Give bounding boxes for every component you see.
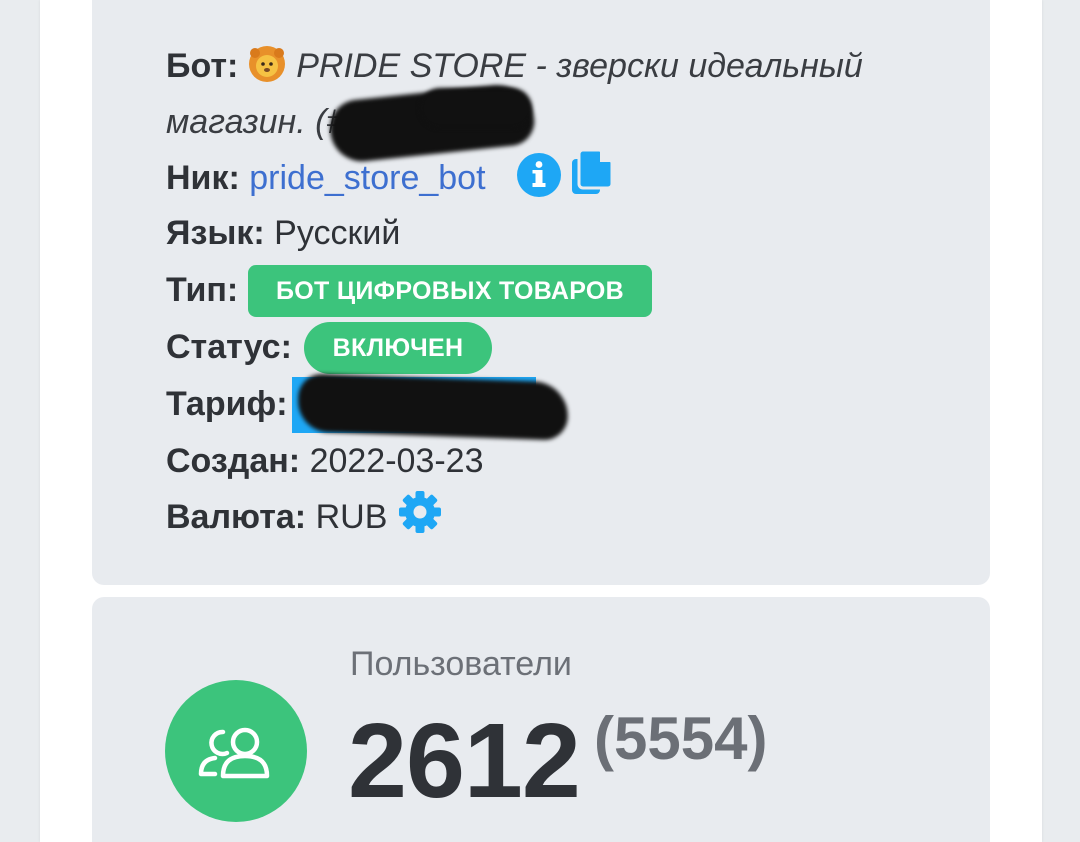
- created-label: Создан:: [166, 442, 310, 480]
- status-badge: ВКЛЮЧЕН: [304, 322, 492, 374]
- currency-row: Валюта: RUB: [166, 497, 387, 537]
- users-icon: [198, 727, 270, 779]
- language-row: Язык: Русский: [166, 213, 400, 253]
- page: Бот: PRIDE STORE - зверски идеальный маг…: [0, 0, 1080, 842]
- bot-name-row-2: магазин. (#: [166, 102, 345, 142]
- type-label: Тип:: [166, 271, 239, 309]
- bot-name: PRIDE STORE - зверски идеальный: [296, 47, 863, 85]
- redaction-scribble: [297, 373, 569, 441]
- gear-icon[interactable]: [398, 490, 442, 534]
- info-icon[interactable]: [516, 152, 562, 198]
- created-row: Создан: 2022-03-23: [166, 441, 484, 481]
- bot-name-row: Бот: PRIDE STORE - зверски идеальный: [166, 45, 863, 86]
- currency-value: RUB: [315, 498, 388, 536]
- copy-icon[interactable]: [570, 148, 614, 196]
- bot-name-continued: магазин. (#: [166, 103, 346, 141]
- users-count: 2612: [348, 702, 581, 820]
- currency-label: Валюта:: [166, 498, 316, 536]
- users-label: Пользователи: [350, 645, 572, 683]
- type-badge: БОТ ЦИФРОВЫХ ТОВАРОВ: [248, 265, 652, 317]
- tariff-row: Тариф:: [166, 384, 288, 424]
- bot-label: Бот:: [166, 47, 248, 85]
- type-row: Тип:: [166, 270, 238, 310]
- bot-nick-link[interactable]: pride_store_bot: [249, 159, 485, 197]
- language-label: Язык:: [166, 214, 275, 252]
- tariff-label: Тариф:: [166, 385, 288, 423]
- users-total: (5554): [594, 705, 768, 772]
- created-value: 2022-03-23: [309, 442, 484, 480]
- lion-emoji-icon: [248, 46, 285, 82]
- nick-label: Ник:: [166, 159, 250, 197]
- language-value: Русский: [274, 214, 401, 252]
- users-icon-circle: [165, 680, 307, 822]
- redaction-scribble: [420, 88, 532, 128]
- status-row: Статус:: [166, 327, 292, 367]
- status-label: Статус:: [166, 328, 292, 366]
- nick-row: Ник: pride_store_bot: [166, 158, 486, 198]
